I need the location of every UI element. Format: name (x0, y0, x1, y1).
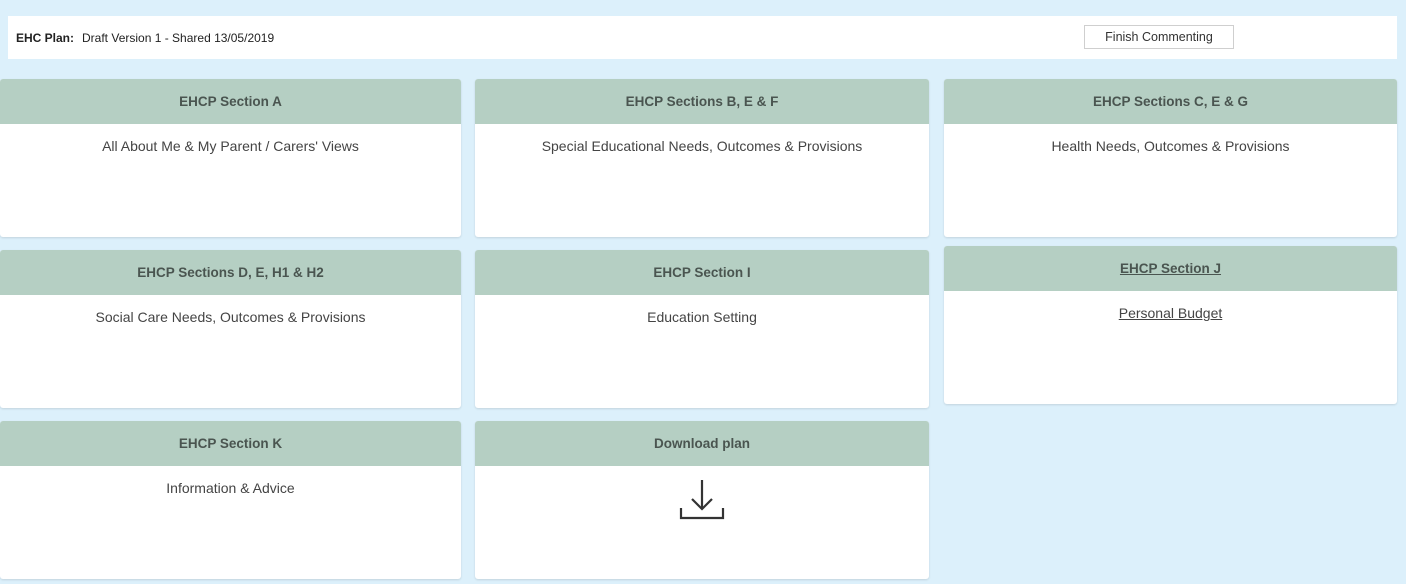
card-description: Education Setting (647, 309, 757, 325)
section-j-card[interactable]: EHCP Section J Personal Budget (944, 246, 1397, 404)
plan-version-text: Draft Version 1 - Shared 13/05/2019 (82, 30, 275, 45)
section-bef-card[interactable]: EHCP Sections B, E & F Special Education… (475, 79, 929, 237)
card-description: All About Me & My Parent / Carers' Views (102, 138, 359, 154)
card-title: EHCP Section A (0, 79, 461, 124)
section-j-link[interactable]: EHCP Section J (944, 246, 1397, 291)
card-description: Health Needs, Outcomes & Provisions (1051, 138, 1290, 154)
finish-commenting-button[interactable]: Finish Commenting (1084, 25, 1234, 49)
plan-label: EHC Plan: (16, 30, 75, 45)
download-plan-card[interactable]: Download plan (475, 421, 929, 579)
plan-header: EHC Plan: Draft Version 1 - Shared 13/05… (8, 16, 1397, 59)
section-ceg-card[interactable]: EHCP Sections C, E & G Health Needs, Out… (944, 79, 1397, 237)
section-k-card[interactable]: EHCP Section K Information & Advice (0, 421, 461, 579)
card-description: Special Educational Needs, Outcomes & Pr… (541, 138, 863, 154)
card-description: Information & Advice (166, 480, 295, 496)
section-i-card[interactable]: EHCP Section I Education Setting (475, 250, 929, 408)
card-title: EHCP Sections C, E & G (944, 79, 1397, 124)
section-deh-card[interactable]: EHCP Sections D, E, H1 & H2 Social Care … (0, 250, 461, 408)
card-description: Social Care Needs, Outcomes & Provisions (95, 309, 366, 325)
card-title: EHCP Section K (0, 421, 461, 466)
card-title: EHCP Section I (475, 250, 929, 295)
card-title: EHCP Sections D, E, H1 & H2 (0, 250, 461, 295)
card-title: EHCP Sections B, E & F (475, 79, 929, 124)
card-title: Download plan (475, 421, 929, 466)
download-icon[interactable] (475, 466, 929, 524)
personal-budget-link[interactable]: Personal Budget (1119, 305, 1223, 321)
section-a-card[interactable]: EHCP Section A All About Me & My Parent … (0, 79, 461, 237)
